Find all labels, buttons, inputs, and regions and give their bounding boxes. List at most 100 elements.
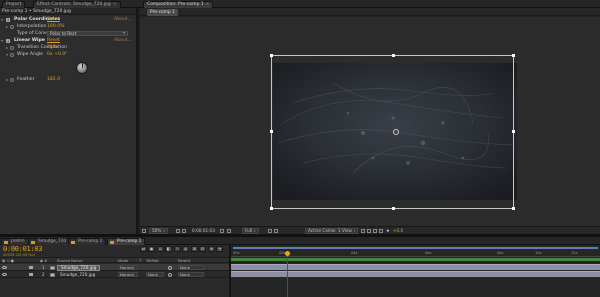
parent-dropdown[interactable]: None xyxy=(178,272,204,277)
about-link[interactable]: About... xyxy=(114,16,132,23)
footage-icon xyxy=(50,273,55,277)
composition-header: Pre-comp 1 xyxy=(140,8,600,16)
expand-arrow-icon[interactable]: ▸ xyxy=(6,76,8,83)
timeline-track-area[interactable]: 00s 02s 04s 06s 08s 10s 12s xyxy=(231,245,600,297)
transform-handle[interactable] xyxy=(392,54,395,57)
toolbar-icon[interactable]: ⊟ xyxy=(199,246,206,252)
toggle-pixel-aspect-icon[interactable] xyxy=(361,229,365,233)
expand-arrow-icon[interactable]: ▾ xyxy=(1,37,3,44)
mask-visibility-icon[interactable] xyxy=(182,229,186,233)
tab-pre-comp-1[interactable]: Pre-comp 1 xyxy=(107,238,146,245)
eye-icon[interactable] xyxy=(2,265,7,269)
reset-link[interactable]: Reset xyxy=(47,16,60,23)
conversion-dropdown[interactable]: Polar to Rect ▾ xyxy=(47,31,128,36)
toolbar-icon[interactable]: ⊞ xyxy=(191,246,198,252)
layer-name[interactable]: Smudge_720.jpg xyxy=(57,272,98,278)
toolbar-icon[interactable]: ⚐ xyxy=(174,246,181,252)
anchor-point-icon[interactable] xyxy=(393,129,399,135)
transform-handle[interactable] xyxy=(392,207,395,210)
reset-link[interactable]: Reset xyxy=(47,37,60,44)
toolbar-icon[interactable]: ⇄ xyxy=(140,246,147,252)
toolbar-icon[interactable]: ⊕ xyxy=(208,246,215,252)
ruler-tick: 06s xyxy=(425,251,432,255)
effect-linear-wipe[interactable]: ▾ fx Linear Wipe Reset About... xyxy=(0,37,136,44)
mode-dropdown[interactable]: Normal xyxy=(118,265,138,270)
feather-value[interactable]: 182.0 xyxy=(47,76,60,83)
show-channel-icon[interactable] xyxy=(227,229,231,233)
composition-viewer[interactable] xyxy=(140,17,600,229)
fast-preview-icon[interactable] xyxy=(367,229,371,233)
viewer-controls-bar: 50%▾ 0:00:01:03 Full▾ Active Camera▾ 1 V… xyxy=(140,226,600,234)
always-preview-icon[interactable] xyxy=(142,229,146,233)
trkmat-dropdown[interactable]: None xyxy=(146,272,164,277)
transform-handle[interactable] xyxy=(512,130,515,133)
toolbar-icon[interactable]: ◧ xyxy=(165,246,172,252)
ruler-tick: 04s xyxy=(351,251,358,255)
stopwatch-icon[interactable] xyxy=(10,24,14,29)
parent-pickwhip-icon[interactable] xyxy=(168,272,172,277)
toolbar-icon[interactable]: ⌂ xyxy=(157,246,164,252)
layer-number: 2 xyxy=(42,272,45,277)
timeline-layer-panel: 0:00:01:03 00028 (25.00 fps) ⇄ ◉ ⌂ ◧ ⚐ ◎… xyxy=(0,245,231,297)
eye-icon[interactable] xyxy=(2,272,7,276)
effect-polar-coordinates[interactable]: ▾ fx Polar Coordinates Reset About... xyxy=(0,16,136,23)
playhead-line[interactable] xyxy=(287,256,288,297)
tab-effect-controls[interactable]: Effect Controls: Smudge_720.jpg × xyxy=(33,1,121,8)
region-of-interest-icon[interactable] xyxy=(268,229,272,233)
tab-composition[interactable]: Composition: Pre-comp 1 × xyxy=(143,1,214,8)
toolbar-icon[interactable]: ◎ xyxy=(182,246,189,252)
transform-handle[interactable] xyxy=(270,130,273,133)
flowchart-icon[interactable] xyxy=(379,229,383,233)
interpolation-value[interactable]: 100.0% xyxy=(47,23,65,30)
ruler-tick: 08s xyxy=(497,251,504,255)
expand-arrow-icon[interactable]: ▸ xyxy=(6,44,8,51)
expand-arrow-icon[interactable]: ▾ xyxy=(6,51,8,58)
eye-column-icon: ◉ ◁ ● xyxy=(2,258,14,263)
close-icon[interactable]: × xyxy=(113,2,117,7)
toolbar-icon[interactable]: ◉ xyxy=(148,246,155,252)
parent-dropdown[interactable]: None xyxy=(178,265,204,270)
stopwatch-icon[interactable] xyxy=(10,52,14,57)
param-wipe-angle: ▾ Wipe Angle 0x +0.0° xyxy=(0,51,136,58)
tab-project[interactable]: Project xyxy=(2,1,26,8)
footage-icon xyxy=(50,266,55,270)
fx-toggle-icon[interactable]: fx xyxy=(6,38,10,43)
stopwatch-icon[interactable] xyxy=(10,77,14,82)
close-icon[interactable]: × xyxy=(206,2,210,7)
expand-arrow-icon[interactable]: ▾ xyxy=(1,16,3,23)
layer-row[interactable]: 2 Smudge_720.jpg Normal None None xyxy=(0,271,229,278)
transform-handle[interactable] xyxy=(512,207,515,210)
fx-toggle-icon[interactable]: fx xyxy=(6,17,10,22)
label-color-swatch[interactable] xyxy=(29,273,33,276)
timeline-icon[interactable] xyxy=(373,229,377,233)
trkmat-column: TrkMat xyxy=(146,258,159,263)
tab-pre-comp-2[interactable]: Pre-comp 2 xyxy=(68,238,107,245)
composition-panel: Pre-comp 1 xyxy=(140,8,600,234)
tab-pre-comp-1[interactable]: Pre-comp 1 xyxy=(147,9,178,16)
layer-row[interactable]: 1 Smudge_720.jpg Normal None xyxy=(0,264,229,271)
chevron-down-icon: ▾ xyxy=(254,229,256,233)
transparency-grid-icon[interactable] xyxy=(274,229,278,233)
layer-name[interactable]: Smudge_720.jpg xyxy=(57,264,101,271)
expand-arrow-icon[interactable]: ▸ xyxy=(6,23,8,30)
mode-dropdown[interactable]: Normal xyxy=(118,272,138,277)
angle-dial-indicator xyxy=(81,63,83,68)
wipe-angle-value[interactable]: 0x +0.0° xyxy=(47,51,68,58)
effect-name: Linear Wipe xyxy=(14,38,45,43)
snapshot-icon[interactable] xyxy=(220,229,224,233)
label-color-swatch[interactable] xyxy=(29,266,33,269)
transform-handle[interactable] xyxy=(270,54,273,57)
completion-value[interactable]: 31% xyxy=(47,44,57,51)
stopwatch-icon[interactable] xyxy=(10,45,14,50)
timeline-timecode[interactable]: 0:00:01:03 xyxy=(3,245,42,253)
tab-prelim[interactable]: prelim xyxy=(1,238,29,245)
about-link[interactable]: About... xyxy=(114,37,132,44)
tab-smudge-720[interactable]: Smudge_720 xyxy=(28,238,71,245)
toolbar-icon[interactable]: ◔ xyxy=(216,246,223,252)
param-label: Interpolation xyxy=(17,24,47,29)
transform-handle[interactable] xyxy=(512,54,515,57)
source-name-column[interactable]: Source Name xyxy=(57,258,82,263)
parent-pickwhip-icon[interactable] xyxy=(168,265,172,270)
transform-handle[interactable] xyxy=(270,207,273,210)
title-safe-icon[interactable] xyxy=(176,229,180,233)
